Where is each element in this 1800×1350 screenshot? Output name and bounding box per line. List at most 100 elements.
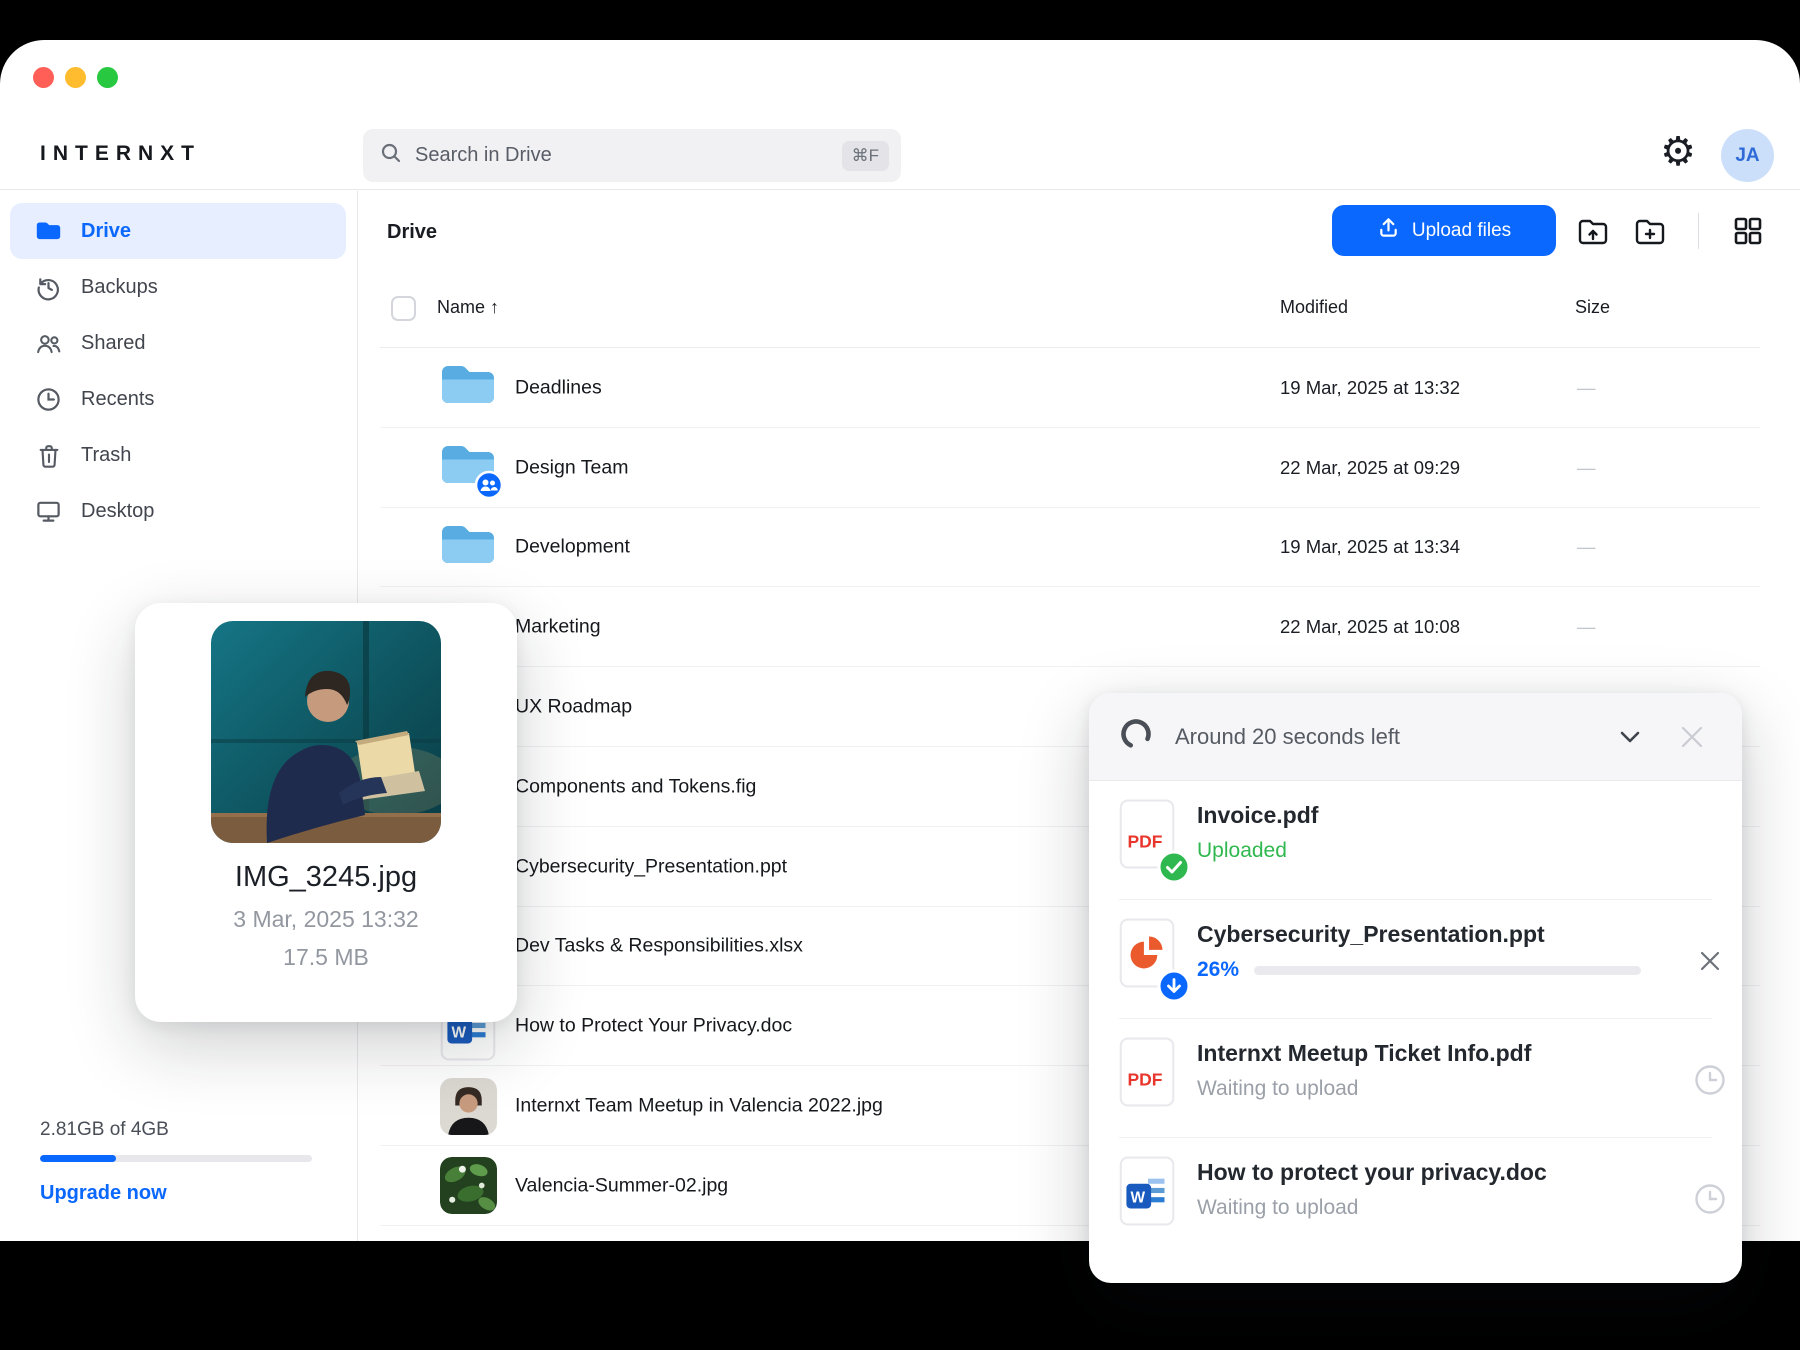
traffic-light-close-button[interactable] [33,67,54,88]
file-name: UX Roadmap [515,696,632,719]
upload-item: PDF Internxt Meetup Ticket Info.pdf Wait… [1089,1019,1742,1138]
upload-icon [1377,216,1400,245]
sidebar-item-label: Drive [81,220,131,243]
spinner-icon [1119,717,1153,756]
grid-view-icon[interactable] [1728,211,1768,251]
file-name: Design Team [515,456,628,479]
screenshot-stage: INTERNXT Search in Drive ⌘F ⚙ JA Drive B… [0,0,1800,1350]
table-row[interactable]: Development 19 Mar, 2025 at 13:34 — [358,508,1800,588]
pdf-file-icon: PDF [1119,1037,1177,1121]
upload-time-remaining: Around 20 seconds left [1175,724,1610,750]
gear-icon[interactable]: ⚙ [1656,130,1700,174]
sidebar-item-label: Trash [81,444,131,467]
toolbar-divider [1698,213,1699,249]
select-all-checkbox[interactable] [391,296,416,321]
file-preview-card: IMG_3245.jpg 3 Mar, 2025 13:32 17.5 MB [135,603,517,1022]
column-header-modified[interactable]: Modified [1280,297,1348,318]
desktop-monitor-icon [35,498,62,525]
column-header-size[interactable]: Size [1575,297,1610,318]
upload-filename: How to protect your privacy.doc [1197,1159,1547,1186]
upload-files-label: Upload files [1412,220,1511,242]
close-icon[interactable] [1691,942,1729,980]
backups-history-icon [35,274,62,301]
traffic-light-minimize-button[interactable] [65,67,86,88]
upload-progress-bar [1254,966,1641,975]
file-modified-date: 19 Mar, 2025 at 13:34 [1280,536,1460,558]
file-modified-date: 19 Mar, 2025 at 13:32 [1280,377,1460,399]
upload-item: Cybersecurity_Presentation.ppt 26% [1089,900,1742,1019]
sidebar-item-desktop[interactable]: Desktop [10,483,346,539]
recents-clock-icon [35,386,62,413]
upload-filename: Invoice.pdf [1197,802,1318,829]
chevron-down-icon[interactable] [1610,717,1650,757]
file-name: How to Protect Your Privacy.doc [515,1015,792,1038]
upload-item: W How to protect your privacy.doc Waitin… [1089,1138,1742,1257]
page-title: Drive [387,221,437,244]
upload-filename: Internxt Meetup Ticket Info.pdf [1197,1040,1531,1067]
folder-icon [437,518,499,576]
sidebar-item-label: Shared [81,332,146,355]
sidebar-item-backups[interactable]: Backups [10,259,346,315]
upload-filename: Cybersecurity_Presentation.ppt [1197,921,1545,948]
clock-icon [1691,1061,1729,1099]
file-size: — [1577,457,1596,479]
sidebar-item-shared[interactable]: Shared [10,315,346,371]
ppt-file-icon [1119,918,1177,1002]
file-modified-date: 22 Mar, 2025 at 10:08 [1280,616,1460,638]
download-badge-icon [1157,969,1191,1008]
sidebar-item-label: Recents [81,388,154,411]
upload-status: Waiting to upload [1197,1077,1359,1101]
table-row[interactable]: Design Team 22 Mar, 2025 at 09:29 — [358,428,1800,508]
trash-icon [35,442,62,469]
file-size: — [1577,536,1596,558]
file-name: Components and Tokens.fig [515,775,756,798]
pdf-file-icon: PDF [1119,799,1177,883]
table-header: Name ↑ Modified Size [358,291,1800,348]
upload-percent: 26% [1197,958,1239,982]
sidebar-nav: Drive Backups Shared Recents Trash Deskt… [10,203,346,539]
traffic-light-zoom-button[interactable] [97,67,118,88]
storage-usage-label: 2.81GB of 4GB [40,1119,318,1141]
preview-thumbnail-photo [211,621,441,843]
upload-item: PDF Invoice.pdf Uploaded [1089,781,1742,900]
image-portrait-thumbnail [437,1077,499,1135]
file-name: Deadlines [515,376,602,399]
svg-text:W: W [1131,1189,1146,1206]
search-shortcut-badge: ⌘F [842,141,889,171]
shared-folder-icon [437,439,499,497]
table-row[interactable]: Deadlines 19 Mar, 2025 at 13:32 — [358,348,1800,428]
folder-icon [437,359,499,417]
search-placeholder: Search in Drive [415,144,842,167]
file-size: — [1577,377,1596,399]
avatar[interactable]: JA [1721,129,1774,182]
new-folder-icon[interactable] [1630,211,1670,251]
sidebar-item-trash[interactable]: Trash [10,427,346,483]
close-icon[interactable] [1672,717,1712,757]
file-name: Development [515,536,630,559]
table-row[interactable]: Marketing 22 Mar, 2025 at 10:08 — [358,587,1800,667]
shared-people-icon [35,330,62,357]
drive-folder-icon [35,218,62,245]
sort-ascending-icon: ↑ [490,297,499,317]
check-badge-icon [1157,850,1191,889]
column-header-name[interactable]: Name ↑ [437,297,499,318]
file-size: — [1577,616,1596,638]
upload-status: Waiting to upload [1197,1196,1359,1220]
svg-text:PDF: PDF [1127,1069,1162,1089]
preview-modified-date: 3 Mar, 2025 13:32 [135,906,517,933]
upload-toast-items: PDF Invoice.pdf Uploaded Cybersecurity_P… [1089,781,1742,1257]
top-bar: INTERNXT Search in Drive ⌘F ⚙ JA [0,40,1800,190]
svg-text:W: W [452,1025,467,1042]
search-icon [379,141,403,170]
upload-files-button[interactable]: Upload files [1332,205,1556,256]
internxt-logo: INTERNXT [40,142,201,166]
upgrade-now-link[interactable]: Upgrade now [40,1182,318,1205]
sidebar-item-drive[interactable]: Drive [10,203,346,259]
image-leaves-thumbnail [437,1157,499,1215]
upload-folder-icon[interactable] [1573,211,1613,251]
upload-toast: Around 20 seconds left PDF Invoice.pdf U… [1089,693,1742,1283]
file-name: Valencia-Summer-02.jpg [515,1174,728,1197]
file-name: Cybersecurity_Presentation.ppt [515,855,787,878]
search-input[interactable]: Search in Drive ⌘F [363,129,901,182]
sidebar-item-recents[interactable]: Recents [10,371,346,427]
